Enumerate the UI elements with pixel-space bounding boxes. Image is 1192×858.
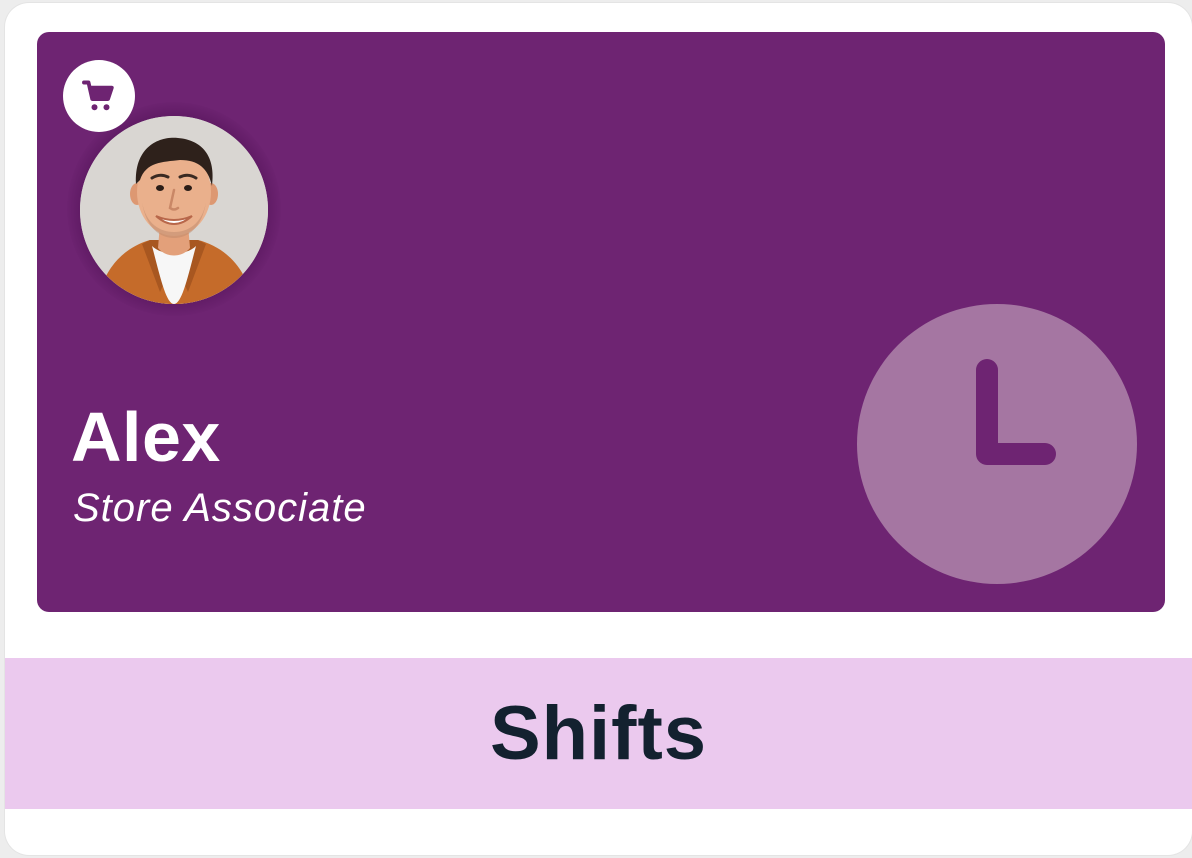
user-photo <box>80 116 268 304</box>
user-role: Store Associate <box>73 486 367 530</box>
avatar <box>80 116 268 304</box>
card-title-bar[interactable]: Shifts <box>5 658 1192 809</box>
card-hero: Alex Store Associate <box>37 32 1165 612</box>
shopping-cart-icon <box>82 80 114 111</box>
role-badge <box>63 60 135 132</box>
card-title: Shifts <box>489 690 708 776</box>
clock-icon <box>857 304 1137 584</box>
shifts-card[interactable]: Alex Store Associate Shifts <box>5 3 1192 855</box>
user-name: Alex <box>71 398 221 476</box>
